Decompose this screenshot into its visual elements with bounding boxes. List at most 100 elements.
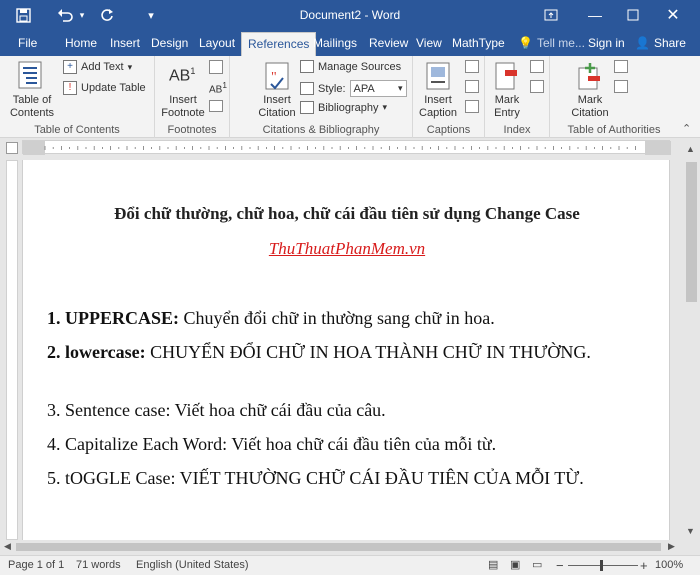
manage-sources-button[interactable]: Manage Sources (300, 60, 401, 73)
table-of-contents-button[interactable]: Table of Contents (4, 58, 56, 120)
add-text-button[interactable]: + Add Text ▾ (63, 60, 132, 74)
insert-citation-button[interactable]: " Insert Citation (252, 58, 302, 120)
maximize-icon[interactable] (622, 0, 644, 30)
scroll-thumb-horizontal[interactable] (16, 543, 661, 551)
insert-endnote-icon[interactable] (209, 60, 223, 74)
group-captions: Insert Caption Captions (413, 56, 485, 138)
insert-citation-icon: " (265, 62, 289, 90)
horizontal-ruler[interactable] (22, 140, 671, 155)
tab-references[interactable]: References (241, 32, 317, 56)
insert-table-of-figures-icon[interactable] (465, 60, 479, 73)
insert-index-icon[interactable] (530, 60, 544, 73)
tab-file[interactable]: File (18, 30, 37, 56)
bibliography-icon (300, 101, 314, 114)
mark-citation-icon (578, 63, 600, 90)
table-of-contents-label: Table of Contents (9, 94, 55, 119)
insert-caption-button[interactable]: Insert Caption (415, 58, 461, 120)
insert-caption-icon (426, 62, 450, 90)
update-table-label: Update Table (81, 82, 146, 94)
word-count[interactable]: 71 words (76, 556, 121, 575)
mark-entry-button[interactable]: Mark Entry (487, 58, 527, 120)
page-count[interactable]: Page 1 of 1 (8, 556, 64, 575)
vertical-ruler[interactable] (6, 160, 18, 540)
style-dropdown[interactable]: APA ▾ (349, 80, 407, 97)
list-item-text: CHUYỂN ĐỔI CHỮ IN HOA THÀNH CHỮ IN THƯỜN… (145, 342, 591, 362)
horizontal-scrollbar[interactable]: ◀ ▶ (0, 540, 683, 554)
print-layout-icon[interactable]: ▣ (510, 556, 520, 575)
insert-footnote-label: Insert Footnote (161, 94, 205, 119)
group-index: Mark Entry Index (485, 56, 550, 138)
list-item-text: 5. tOGGLE Case: VIẾT THƯỜNG CHỮ CÁI ĐẦU … (47, 468, 584, 488)
zoom-out-icon[interactable]: − (556, 556, 564, 575)
ribbon-display-options-icon[interactable] (540, 0, 562, 30)
update-figures-icon[interactable] (465, 80, 479, 93)
tab-view[interactable]: View (416, 30, 442, 56)
collapse-ribbon-icon[interactable]: ⌃ (682, 122, 691, 135)
scroll-right-icon[interactable]: ▶ (668, 541, 675, 552)
mark-citation-label: Mark Citation (571, 94, 609, 119)
update-authorities-icon[interactable] (614, 80, 628, 93)
lightbulb-icon: 💡 (518, 36, 533, 50)
web-layout-icon[interactable]: ▭ (532, 556, 542, 575)
next-footnote-icon[interactable]: AB1 (209, 80, 227, 95)
group-label-captions: Captions (426, 124, 471, 136)
group-label-authorities: Table of Authorities (567, 124, 661, 136)
manage-sources-icon (300, 60, 314, 73)
undo-icon[interactable] (54, 0, 76, 30)
document-link[interactable]: ThuThuatPhanMem.vn (23, 239, 671, 259)
cross-reference-icon[interactable] (465, 100, 479, 113)
document-page[interactable]: Đổi chữ thường, chữ hoa, chữ cái đầu tiê… (22, 160, 670, 540)
scroll-thumb[interactable] (686, 162, 697, 302)
update-index-icon[interactable] (530, 80, 544, 93)
mark-citation-button[interactable]: Mark Citation (568, 58, 612, 120)
footnote-icon: AB1 (169, 66, 196, 85)
tab-home[interactable]: Home (65, 30, 97, 56)
scroll-left-icon[interactable]: ◀ (4, 541, 11, 552)
zoom-slider[interactable] (568, 565, 638, 566)
scroll-up-icon[interactable]: ▲ (686, 144, 695, 154)
list-item-label: 2. lowercase: (47, 342, 146, 362)
tab-design[interactable]: Design (151, 30, 188, 56)
insert-authorities-icon[interactable] (614, 60, 628, 73)
tab-review[interactable]: Review (369, 30, 408, 56)
read-mode-icon[interactable]: ▤ (488, 556, 498, 575)
svg-text:": " (271, 70, 277, 85)
close-icon[interactable]: ✕ (662, 0, 684, 30)
tab-layout[interactable]: Layout (199, 30, 235, 56)
tab-mathtype[interactable]: MathType (452, 30, 505, 56)
title-bar: ▾ ▾ Document2 - Word — ✕ (0, 0, 700, 30)
ribbon-tabs: File Home Insert Design Layout Reference… (0, 30, 700, 56)
ruler-tab-selector[interactable] (6, 142, 18, 154)
repeat-icon[interactable] (96, 0, 118, 30)
show-notes-icon[interactable] (209, 100, 223, 112)
zoom-in-icon[interactable]: + (640, 556, 648, 575)
customize-qat-icon[interactable]: ▾ (142, 0, 160, 30)
language-indicator[interactable]: English (United States) (136, 556, 249, 575)
tab-insert[interactable]: Insert (110, 30, 140, 56)
insert-footnote-button[interactable]: AB1 Insert Footnote (157, 58, 207, 120)
update-table-button[interactable]: ! Update Table (63, 81, 146, 95)
scroll-down-icon[interactable]: ▼ (686, 526, 695, 536)
share-button[interactable]: 👤 Share (635, 30, 686, 56)
tab-mailings[interactable]: Mailings (313, 30, 357, 56)
tell-me-text: Tell me... (536, 36, 585, 50)
chevron-down-icon: ▾ (382, 102, 388, 112)
sign-in-link[interactable]: Sign in (588, 30, 625, 56)
list-item: 1. UPPERCASE: Chuyển đổi chữ in thường s… (47, 306, 607, 331)
undo-dropdown-icon[interactable]: ▾ (76, 0, 88, 30)
bibliography-label: Bibliography (318, 101, 379, 114)
tell-me-box[interactable]: 💡 Tell me... (518, 30, 585, 56)
group-table-of-authorities: Mark Citation Table of Authorities (550, 56, 678, 138)
update-table-icon: ! (63, 81, 77, 95)
mark-entry-label: Mark Entry (494, 94, 520, 119)
minimize-icon[interactable]: — (584, 0, 606, 30)
list-item-label: 1. UPPERCASE: (47, 308, 180, 328)
group-label-index: Index (503, 124, 531, 136)
list-item: 3. Sentence case: Viết hoa chữ cái đầu c… (47, 398, 607, 423)
bibliography-button[interactable]: Bibliography ▾ (300, 101, 387, 114)
zoom-level[interactable]: 100% (655, 556, 683, 575)
vertical-scrollbar[interactable]: ▲ ▼ (683, 140, 700, 540)
save-icon[interactable] (12, 0, 34, 30)
list-item-text: 4. Capitalize Each Word: Viết hoa chữ cá… (47, 434, 497, 454)
zoom-slider-thumb[interactable] (600, 560, 603, 571)
